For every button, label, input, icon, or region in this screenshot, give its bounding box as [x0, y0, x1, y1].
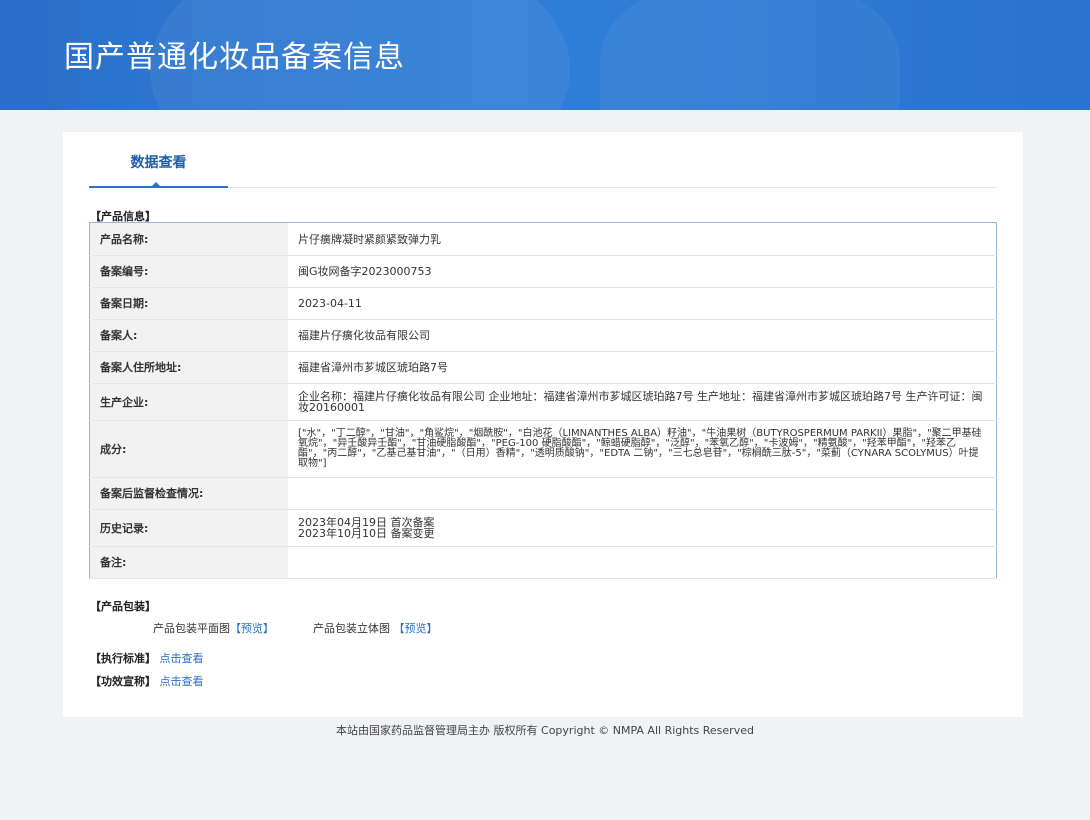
row-value: 福建省漳州市芗城区琥珀路7号 [288, 351, 997, 384]
row-label: 历史记录: [89, 509, 288, 547]
tab-caret-icon [151, 182, 161, 187]
row-label: 备案后监督检查情况: [89, 477, 288, 510]
preview-link[interactable]: 【预览】 [230, 622, 274, 635]
footer: 本站由国家药品监督管理局主办 版权所有 Copyright © NMPA All… [336, 724, 754, 737]
row-label: 产品名称: [89, 222, 288, 256]
table-row: 备案编号: 闽G妆网备字2023000753 [89, 255, 997, 288]
header-banner: 国产普通化妆品备案信息 [0, 0, 1090, 110]
efficacy-link[interactable]: 点击查看 [160, 675, 204, 688]
row-label: 备注: [89, 546, 288, 579]
table-row: 生产企业: 企业名称：福建片仔癀化妆品有限公司 企业地址：福建省漳州市芗城区琥珀… [89, 383, 997, 421]
row-value: 片仔癀牌凝时紧颜紧致弹力乳 [288, 222, 997, 256]
row-value: ["水"，"丁二醇"，"甘油"，"角鲨烷"，"烟酰胺"，"白池花（LIMNANT… [288, 420, 997, 478]
table-row: 备案日期: 2023-04-11 [89, 287, 997, 320]
packaging-label: 产品包装立体图 [313, 622, 390, 635]
row-label: 备案人: [89, 319, 288, 352]
row-label: 备案人住所地址: [89, 351, 288, 384]
table-row: 备注: [89, 546, 997, 579]
packaging-item: 产品包装平面图【预览】 [153, 620, 274, 636]
banner-decoration [600, 0, 900, 110]
row-value: 闽G妆网备字2023000753 [288, 255, 997, 288]
row-value [288, 546, 997, 579]
row-label: 备案编号: [89, 255, 288, 288]
product-info-table: 产品名称: 片仔癀牌凝时紧颜紧致弹力乳 备案编号: 闽G妆网备字20230007… [89, 222, 997, 579]
preview-link[interactable]: 【预览】 [394, 622, 438, 635]
packaging-item: 产品包装立体图 【预览】 [313, 620, 438, 636]
row-label: 备案日期: [89, 287, 288, 320]
row-label: 生产企业: [89, 383, 288, 421]
row-value: 福建片仔癀化妆品有限公司 [288, 319, 997, 352]
packaging-title: 【产品包装】 [90, 600, 156, 613]
standard-link[interactable]: 点击查看 [160, 652, 204, 665]
table-row: 历史记录: 2023年04月19日 首次备案 2023年10月10日 备案变更 [89, 509, 997, 547]
efficacy-line: 【功效宣称】 点击查看 [90, 673, 204, 689]
row-value: 2023-04-11 [288, 287, 997, 320]
packaging-label: 产品包装平面图 [153, 622, 230, 635]
page-title: 国产普通化妆品备案信息 [64, 40, 405, 75]
tab-label: 数据查看 [130, 155, 187, 171]
table-row: 成分: ["水"，"丁二醇"，"甘油"，"角鲨烷"，"烟酰胺"，"白池花（LIM… [89, 420, 997, 478]
tab-bar: 数据查看 [89, 132, 997, 188]
tab-data-view[interactable]: 数据查看 [89, 132, 228, 188]
row-value: 企业名称：福建片仔癀化妆品有限公司 企业地址：福建省漳州市芗城区琥珀路7号 生产… [288, 383, 997, 421]
table-row: 备案人住所地址: 福建省漳州市芗城区琥珀路7号 [89, 351, 997, 384]
standard-line: 【执行标准】 点击查看 [90, 650, 204, 666]
table-row: 产品名称: 片仔癀牌凝时紧颜紧致弹力乳 [89, 222, 997, 256]
row-value [288, 477, 997, 510]
efficacy-label: 【功效宣称】 [90, 675, 156, 688]
row-value: 2023年04月19日 首次备案 2023年10月10日 备案变更 [288, 509, 997, 547]
row-label: 成分: [89, 420, 288, 478]
content-card: 数据查看 【产品信息】 产品名称: 片仔癀牌凝时紧颜紧致弹力乳 备案编号: 闽G… [63, 132, 1023, 717]
standard-label: 【执行标准】 [90, 652, 156, 665]
table-row: 备案后监督检查情况: [89, 477, 997, 510]
table-row: 备案人: 福建片仔癀化妆品有限公司 [89, 319, 997, 352]
